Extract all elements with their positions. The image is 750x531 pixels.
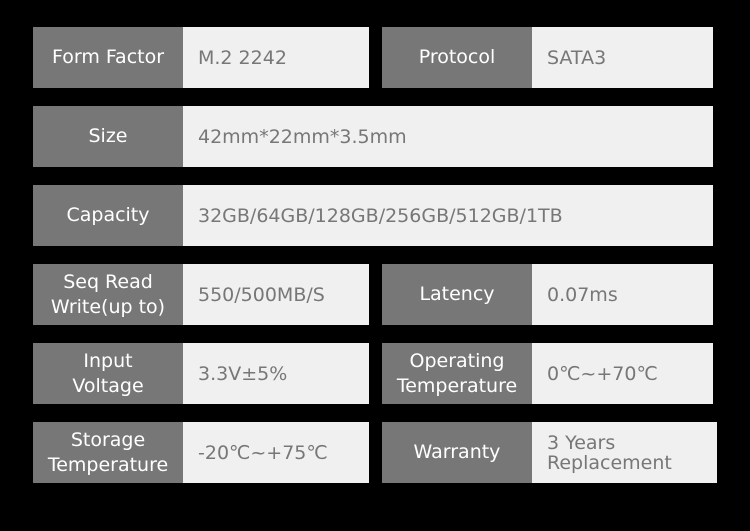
spec-value: 3 Years Replacement bbox=[532, 422, 717, 483]
spec-value: 32GB/64GB/128GB/256GB/512GB/1TB bbox=[183, 185, 713, 246]
spec-value: 42mm*22mm*3.5mm bbox=[183, 106, 713, 167]
spec-label: Protocol bbox=[382, 27, 532, 88]
spec-value: 0℃~+70℃ bbox=[532, 343, 713, 404]
spec-label: Capacity bbox=[33, 185, 183, 246]
spec-value: 550/500MB/S bbox=[183, 264, 369, 325]
spec-value: 0.07ms bbox=[532, 264, 713, 325]
spec-value: -20℃~+75℃ bbox=[183, 422, 369, 483]
spec-label: Seq Read Write(up to) bbox=[33, 264, 183, 325]
spec-label: Size bbox=[33, 106, 183, 167]
spec-label: Input Voltage bbox=[33, 343, 183, 404]
spec-value: M.2 2242 bbox=[183, 27, 369, 88]
spec-value: 3.3V±5% bbox=[183, 343, 369, 404]
spec-label: Storage Temperature bbox=[33, 422, 183, 483]
spec-label: Latency bbox=[382, 264, 532, 325]
spec-value: SATA3 bbox=[532, 27, 713, 88]
spec-label: Operating Temperature bbox=[382, 343, 532, 404]
spec-label: Form Factor bbox=[33, 27, 183, 88]
spec-label: Warranty bbox=[382, 422, 532, 483]
